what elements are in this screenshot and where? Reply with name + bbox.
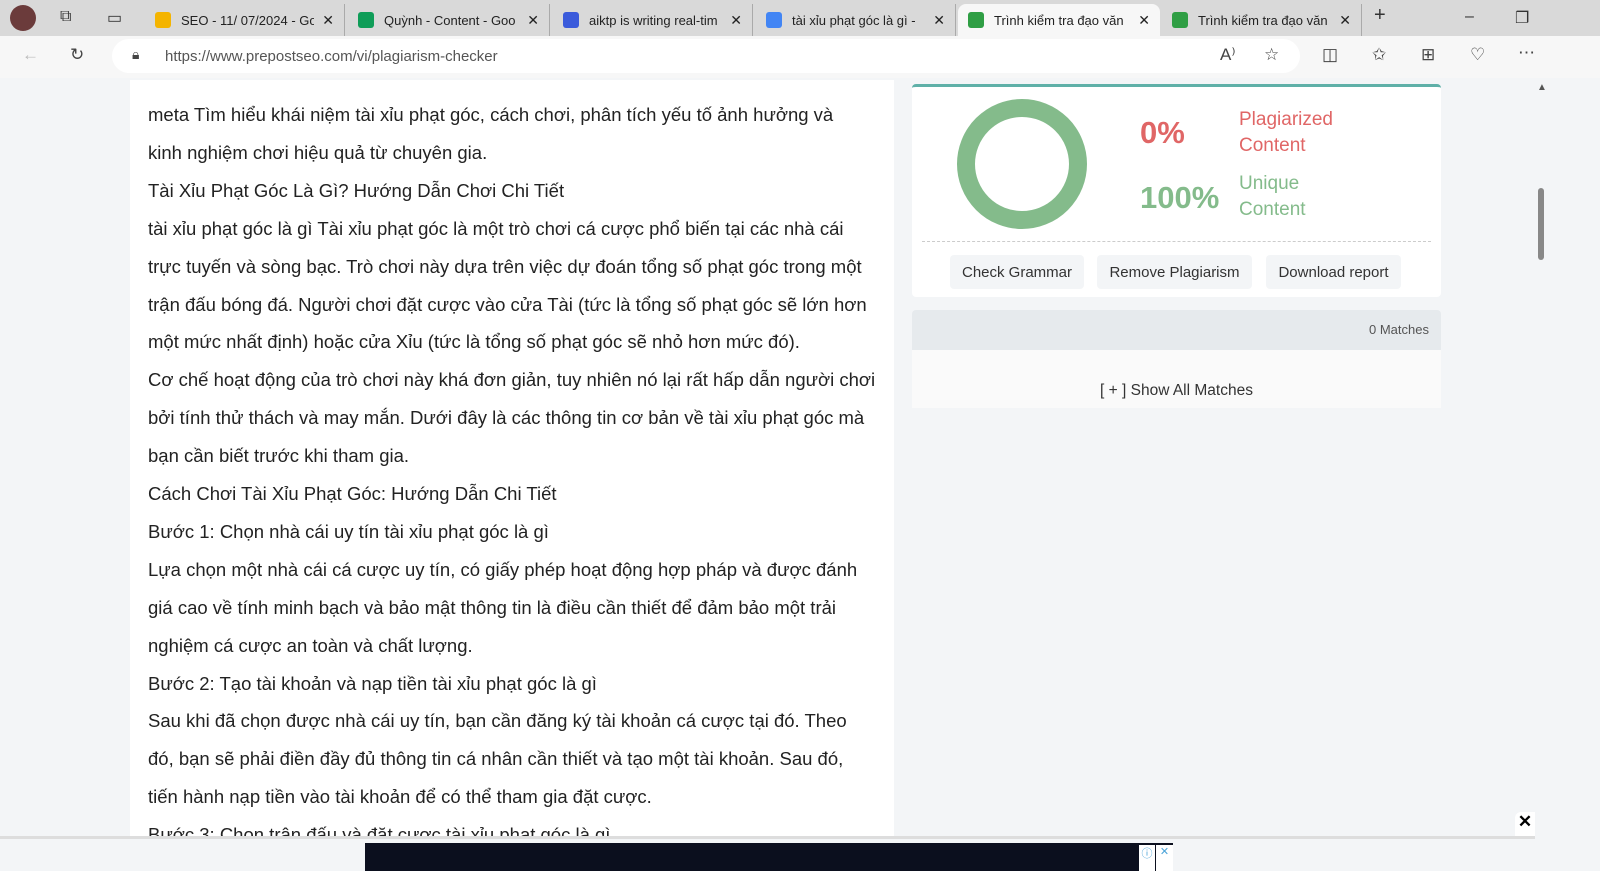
matches-count: 0 Matches [1369, 322, 1429, 337]
tab[interactable]: Trình kiểm tra đạo văn ✕ [958, 4, 1160, 36]
ad-close-icon[interactable]: ✕ [1156, 845, 1173, 871]
favorites-icon[interactable]: ✩ [1372, 45, 1386, 65]
workspaces-icon[interactable]: ⧉ [60, 8, 71, 26]
matches-header: 0 Matches [912, 310, 1441, 350]
download-report-button[interactable]: Download report [1266, 255, 1401, 289]
tab-title: Quỳnh - Content - Goo [384, 12, 516, 28]
tab-bar: ⧉ ▭ SEO - 11/ 07/2024 - Go ✕ Quỳnh - Conte… [0, 0, 1600, 36]
close-ad-button[interactable]: ✕ [1515, 812, 1535, 836]
new-tab-icon[interactable]: + [1374, 4, 1386, 27]
text-line: trực tuyến và sòng bạc. Trò chơi này dựa… [148, 255, 862, 277]
uniqueness-donut-chart [957, 99, 1087, 229]
text-line: đó, bạn sẽ phải điền đầy đủ thông tin cá… [148, 748, 844, 770]
unique-label: Unique Content [1239, 173, 1306, 220]
scrollbar[interactable]: ▲ [1533, 80, 1551, 838]
url-text[interactable]: https://www.prepostseo.com/vi/plagiarism… [165, 48, 498, 65]
google-docs-icon [766, 12, 782, 28]
restore-icon[interactable]: ❐ [1515, 8, 1529, 28]
tab-title: SEO - 11/ 07/2024 - Go [181, 12, 315, 28]
text-line: Lựa chọn một nhà cái cá cược uy tín, có … [148, 558, 858, 580]
show-all-matches-link[interactable]: [ + ] Show All Matches [912, 350, 1441, 408]
tab[interactable]: SEO - 11/ 07/2024 - Go ✕ [145, 4, 345, 36]
read-aloud-icon[interactable]: A⁾ [1220, 45, 1236, 65]
ad-banner[interactable]: ⓘ ✕ [365, 843, 1173, 871]
aiktp-icon [563, 12, 579, 28]
google-drive-icon [155, 12, 171, 28]
back-icon[interactable]: ← [22, 45, 39, 65]
divider [922, 241, 1431, 242]
plagiarized-label: Plagiarized Content [1239, 109, 1333, 156]
remove-plagiarism-button[interactable]: Remove Plagiarism [1097, 255, 1252, 289]
minimize-icon[interactable]: – [1465, 8, 1474, 26]
close-tab-icon[interactable]: ✕ [527, 12, 539, 29]
tab-title: tài xỉu phạt góc là gì - [792, 12, 916, 28]
check-grammar-button[interactable]: Check Grammar [950, 255, 1084, 289]
address-bar[interactable]: 🔒︎ https://www.prepostseo.com/vi/plagiar… [112, 39, 1300, 73]
text-input-area[interactable]: meta Tìm hiểu khái niệm tài xỉu phạt góc… [130, 80, 894, 871]
refresh-icon[interactable]: ↻ [70, 45, 84, 65]
more-menu-icon[interactable]: ⋯ [1518, 43, 1535, 63]
result-panel: 0% Plagiarized Content 100% Unique Conte… [912, 84, 1441, 297]
tab[interactable]: Trình kiểm tra đạo văn ✕ [1162, 4, 1362, 36]
close-tab-icon[interactable]: ✕ [322, 12, 334, 29]
text-line: một mức nhất định) hoặc cửa Xỉu (tức là … [148, 331, 800, 353]
tab-actions-icon[interactable]: ▭ [107, 8, 122, 28]
unique-percent: 100% [1140, 180, 1220, 215]
profile-avatar[interactable] [10, 5, 36, 31]
scrollbar-thumb[interactable] [1538, 188, 1544, 260]
text-line: Sau khi đã chọn được nhà cái uy tín, bạn… [148, 710, 847, 732]
google-sheets-icon [358, 12, 374, 28]
split-screen-icon[interactable]: ◫ [1322, 45, 1338, 65]
plagiarized-percent: 0% [1140, 115, 1185, 150]
prepostseo-icon [968, 12, 984, 28]
text-line: kinh nghiệm chơi hiệu quả từ chuyên gia. [148, 141, 488, 163]
text-line: trận đấu bóng đá. Người chơi đặt cược và… [148, 293, 867, 315]
text-line: tiến hành nạp tiền vào tài khoản để có t… [148, 786, 652, 808]
text-line: Cơ chế hoạt động của trò chơi này khá đơ… [148, 369, 876, 391]
address-row: ← ↻ 🔒︎ https://www.prepostseo.com/vi/pla… [0, 36, 1600, 78]
close-tab-icon[interactable]: ✕ [933, 12, 945, 29]
close-tab-icon[interactable]: ✕ [1138, 12, 1150, 29]
text-line: Bước 1: Chọn nhà cái uy tín tài xỉu phạt… [148, 520, 549, 542]
ad-info-icon[interactable]: ⓘ [1139, 845, 1155, 871]
close-tab-icon[interactable]: ✕ [1339, 12, 1351, 29]
tab[interactable]: Quỳnh - Content - Goo ✕ [348, 4, 550, 36]
lock-icon: 🔒︎ [132, 46, 140, 62]
text-line: bởi tính thử thách và may mắn. Dưới đây … [148, 407, 865, 429]
prepostseo-icon [1172, 12, 1188, 28]
text-line: bạn cần biết trước khi tham gia. [148, 445, 410, 467]
favorite-star-icon[interactable]: ☆ [1264, 45, 1279, 65]
browser-essentials-icon[interactable]: ♡ [1470, 45, 1485, 65]
text-line: Tài Xỉu Phạt Góc Là Gì? Hướng Dẫn Chơi C… [148, 179, 565, 201]
tab-title: Trình kiểm tra đạo văn [1198, 12, 1328, 28]
tab-title: aiktp is writing real-tim [589, 12, 718, 28]
collections-icon[interactable]: ⊞ [1421, 45, 1435, 65]
text-line: tài xỉu phạt góc là gì Tài xỉu phạt góc … [148, 217, 844, 239]
close-tab-icon[interactable]: ✕ [730, 12, 742, 29]
text-line: Bước 2: Tạo tài khoản và nạp tiền tài xỉ… [148, 672, 597, 694]
tab[interactable]: aiktp is writing real-tim ✕ [553, 4, 753, 36]
text-line: nghiệm cá cược an toàn và chất lượng. [148, 634, 473, 656]
text-line: meta Tìm hiểu khái niệm tài xỉu phạt góc… [148, 104, 834, 125]
tab-title: Trình kiểm tra đạo văn [994, 12, 1124, 28]
text-line: Cách Chơi Tài Xỉu Phạt Góc: Hướng Dẫn Ch… [148, 483, 557, 504]
tab[interactable]: tài xỉu phạt góc là gì - ✕ [756, 4, 956, 36]
scroll-up-icon[interactable]: ▲ [1537, 82, 1547, 93]
text-line: giá cao về tính minh bạch và bảo mật thô… [148, 596, 837, 618]
